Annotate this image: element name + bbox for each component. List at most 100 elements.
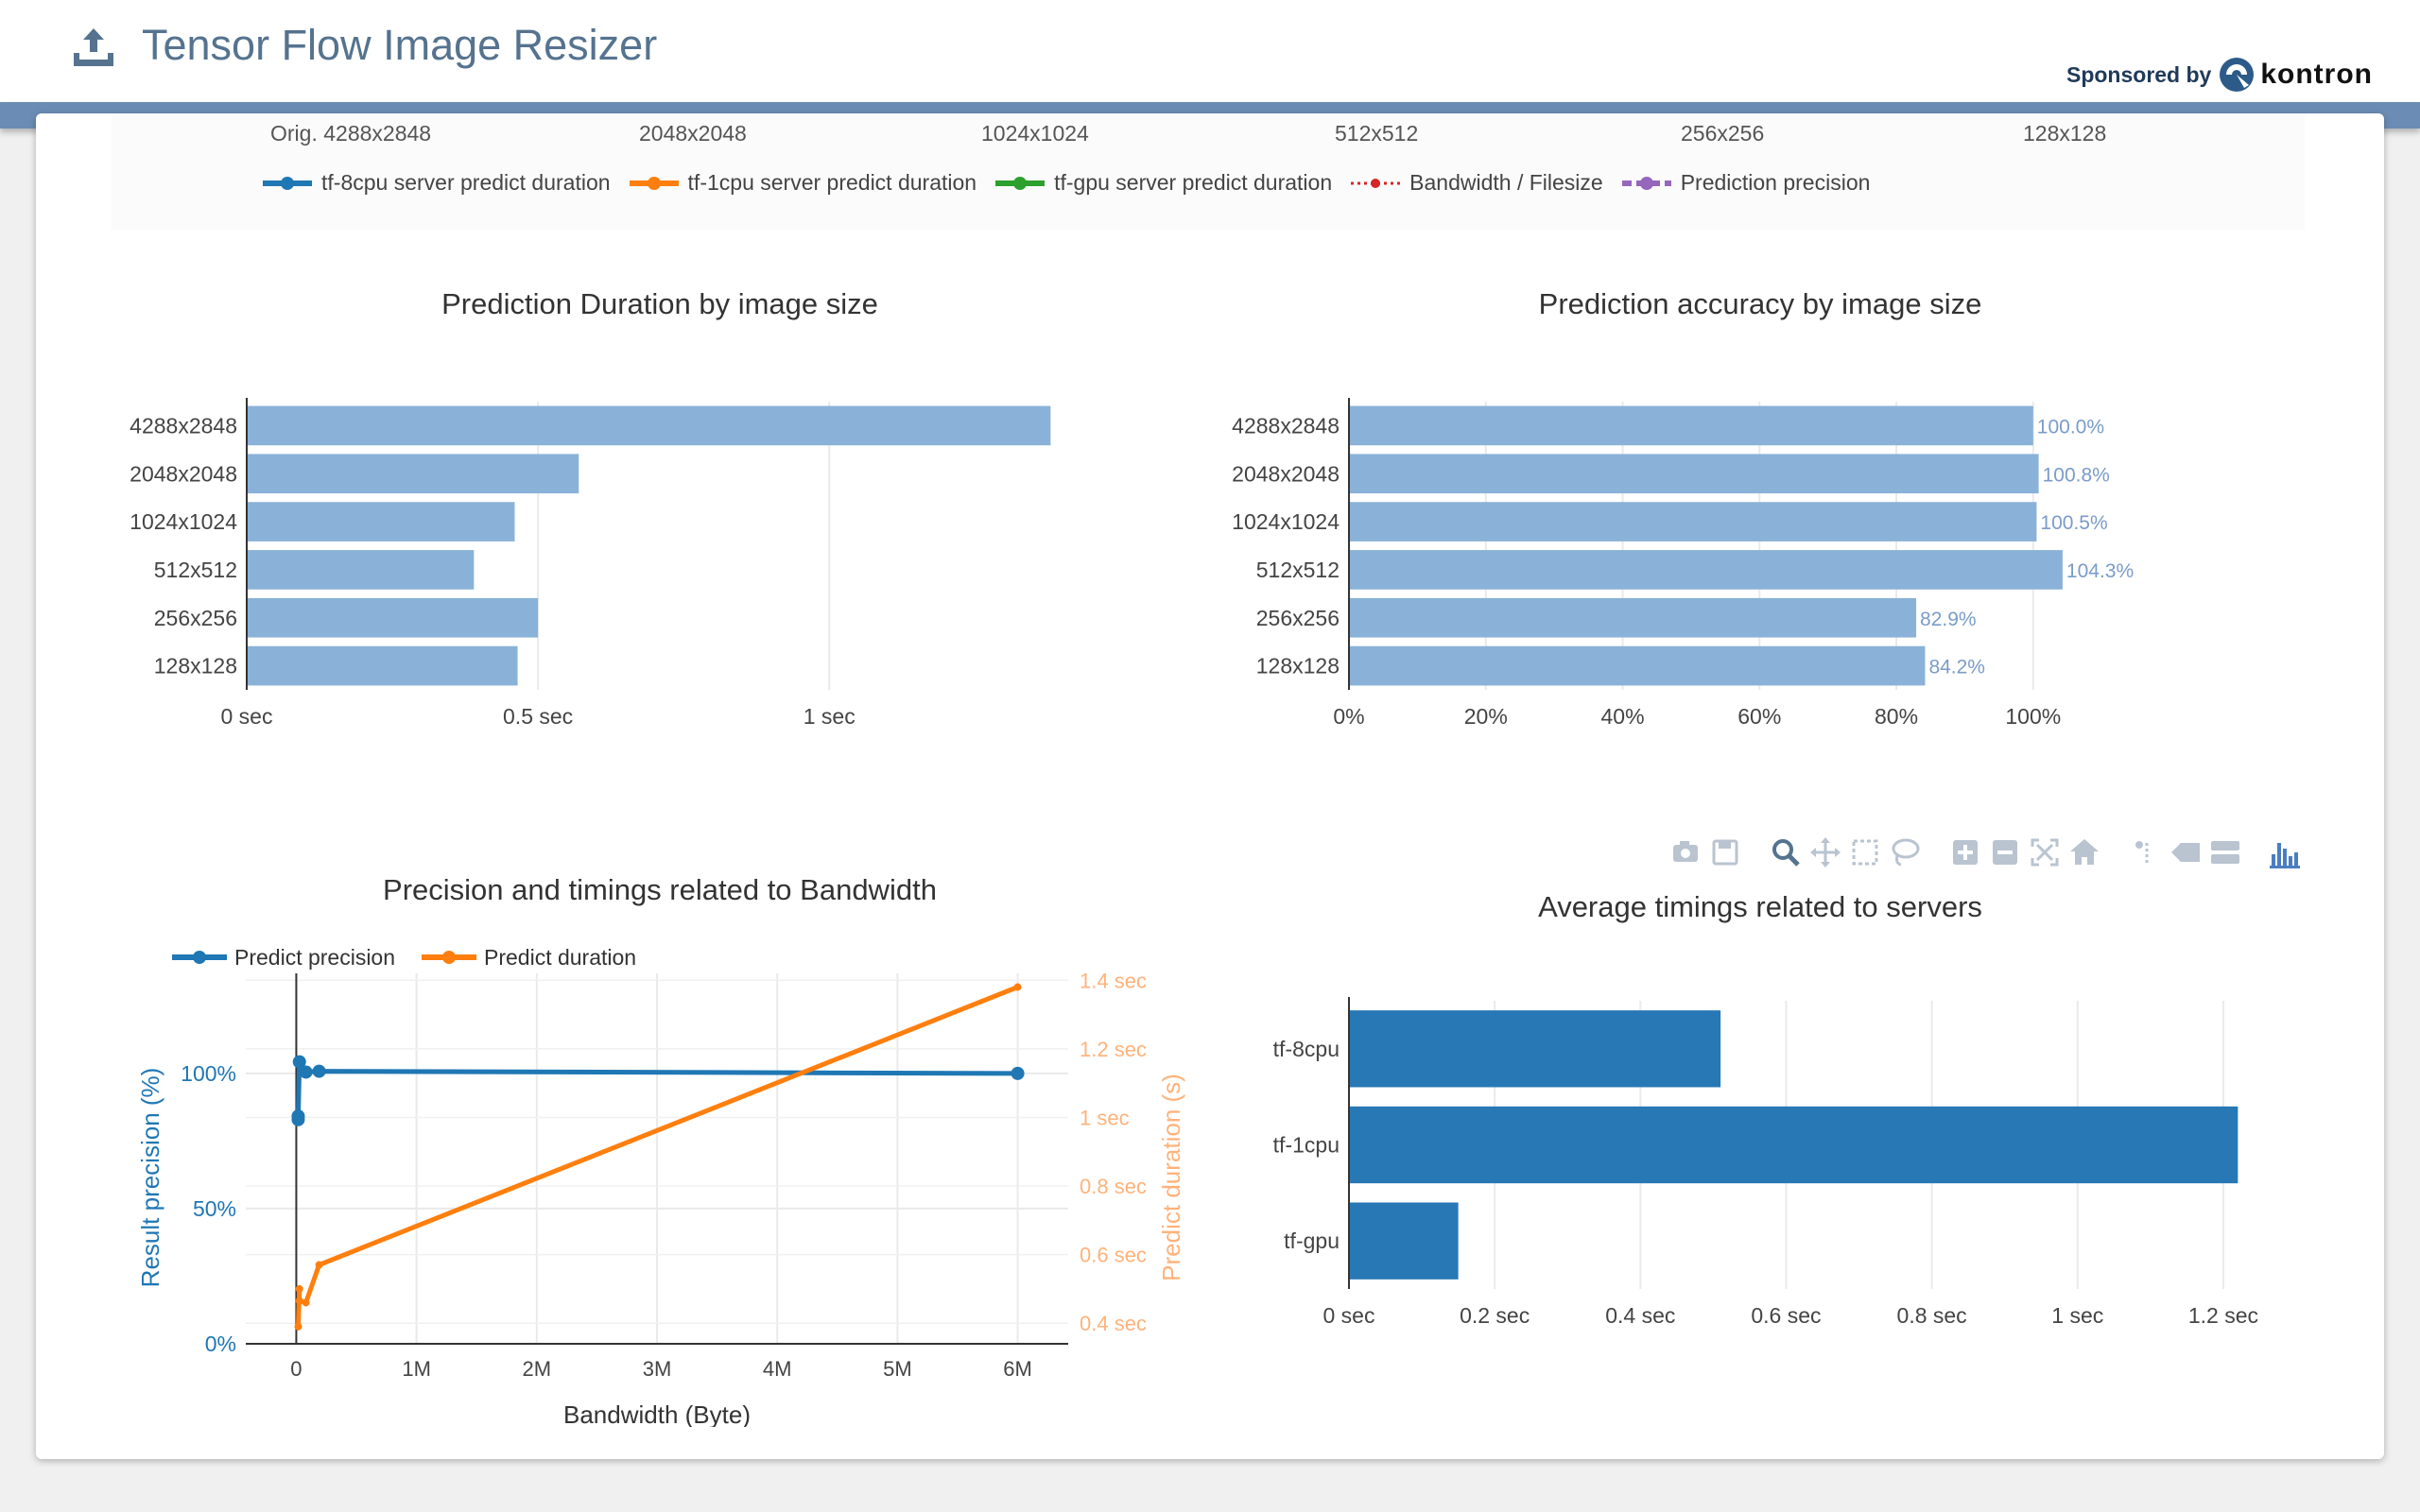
x-tick-label: 5M (883, 1357, 912, 1381)
x-tick-label: 1.2 sec (2188, 1303, 2258, 1328)
legend-marker (1639, 176, 1653, 190)
pan-icon[interactable] (1808, 836, 1842, 868)
x-tick-label: 20% (1464, 704, 1508, 729)
legend-item[interactable]: tf-1cpu server predict duration (628, 170, 977, 196)
box-select-icon[interactable] (1848, 836, 1882, 868)
y-tick-label: 256x256 (1256, 606, 1340, 630)
legend-swatch (1351, 178, 1401, 188)
plotly-logo-icon-glyph (2270, 843, 2300, 868)
overview-panel: Orig. 4288x2848 2048x2048 1024x1024 512x512… (112, 113, 2305, 231)
zoom-out-icon-glyph (1993, 840, 2017, 865)
data-point (291, 1109, 305, 1124)
autoscale-icon[interactable] (2028, 836, 2062, 868)
chart-title: Prediction Duration by image size (441, 287, 878, 320)
data-point (295, 1284, 303, 1293)
save-icon[interactable] (1708, 836, 1742, 868)
spike-lines-icon-glyph (2135, 841, 2149, 864)
chart-title: Average timings related to servers (1538, 890, 1982, 923)
y-tick-label: 128x128 (1256, 654, 1340, 679)
data-label: 82.9% (1920, 609, 1977, 630)
reset-axes-icon[interactable] (2067, 836, 2101, 868)
spike-lines-icon[interactable] (2128, 836, 2162, 868)
y-tick-label: 1024x1024 (1232, 509, 1340, 534)
bar (1349, 1010, 1721, 1088)
bar (1349, 454, 2039, 494)
reset-axes-icon-glyph (2070, 839, 2099, 865)
legend-item[interactable]: tf-8cpu server predict duration (261, 170, 611, 196)
legend-marker (442, 951, 456, 964)
x-tick-label: 1 sec (2051, 1303, 2103, 1328)
data-point (302, 1298, 310, 1307)
x-tick-label: 0 (290, 1357, 302, 1381)
legend-item[interactable]: Prediction precision (1620, 170, 1871, 196)
y-tick-label: 100% (181, 1061, 236, 1086)
series-line (296, 1059, 1018, 1120)
legend-swatch (1621, 176, 1671, 190)
y2-tick-label: 1.2 sec (1080, 1038, 1147, 1061)
data-label: 100.8% (2043, 464, 2110, 486)
upload-icon[interactable] (72, 26, 115, 68)
legend-item[interactable]: Predict precision (172, 945, 395, 970)
x-tick-label: 1M (402, 1357, 431, 1381)
data-label: 104.3% (2066, 560, 2134, 582)
legend-label: Prediction precision (1680, 170, 1871, 195)
app-title: Tensor Flow Image Resizer (142, 21, 658, 69)
legend-item[interactable]: Predict duration (422, 945, 636, 970)
legend-marker (281, 176, 294, 190)
y-tick-label: 0% (205, 1332, 236, 1356)
data-point (1011, 1066, 1025, 1080)
bar (1349, 550, 2063, 590)
legend-item[interactable]: Bandwidth / Filesize (1349, 170, 1603, 196)
x-tick-label: 6M (1003, 1357, 1032, 1381)
y-tick-label: 128x128 (154, 654, 237, 679)
x-tick-label: 0.2 sec (1460, 1303, 1530, 1328)
y2-axis-title: Predict duration (s) (1157, 1074, 1185, 1281)
data-point (315, 1261, 323, 1269)
y-tick-label: 4288x2848 (1232, 413, 1340, 438)
image-size-label: 256x256 (1681, 121, 1765, 146)
accuracy-chart[interactable]: 0% 20% 40% 60% 80% 100% 4288x2848 100.0% 2048x20… (1214, 234, 2307, 828)
sponsor: Sponsored by kontron (2066, 57, 2373, 93)
bar (247, 454, 579, 494)
hover-closest-icon[interactable] (2168, 836, 2202, 868)
x-tick-label: 0.4 sec (1605, 1303, 1675, 1328)
box-select-icon-glyph (1852, 839, 1878, 866)
y-tick-label: 50% (193, 1196, 236, 1221)
zoom-out-icon[interactable] (1988, 836, 2022, 868)
data-label: 100.5% (2040, 512, 2107, 534)
bandwidth-chart[interactable]: 0 1M 2M 3M 4M 5M 6M 0% 50% 100% 0.4 sec 0.6 sec 0.8 … (112, 833, 1208, 1429)
y-tick-label: tf-1cpu (1273, 1133, 1340, 1158)
x-tick-label: 0 sec (1323, 1303, 1375, 1328)
zoom-icon[interactable] (1769, 836, 1803, 868)
x-tick-label: 0.5 sec (503, 704, 573, 729)
bar (1349, 405, 2033, 446)
x-tick-label: 40% (1601, 704, 1645, 729)
data-point (295, 1297, 303, 1305)
accuracy-chart-panel: Prediction accuracy by image size 0% 20% 4… (1214, 234, 2307, 828)
legend-label: Predict precision (234, 945, 395, 970)
bar (247, 645, 518, 686)
legend-marker (647, 176, 661, 190)
sponsor-name: kontron (2260, 59, 2373, 90)
hover-closest-icon-glyph (2171, 843, 2200, 862)
duration-chart[interactable]: 0 sec 0.5 sec 1 sec 4288x2848 2048x2048 1024x… (112, 234, 1208, 828)
y2-tick-label: 1.4 sec (1080, 969, 1147, 992)
hover-compare-icon[interactable] (2207, 836, 2241, 868)
data-point (299, 1065, 313, 1079)
y-tick-label: 4288x2848 (130, 413, 237, 438)
bar (247, 550, 475, 590)
legend-marker (193, 951, 206, 964)
plotly-logo-icon[interactable] (2268, 836, 2302, 868)
x-tick-label: 100% (2005, 704, 2061, 729)
x-tick-label: 3M (643, 1357, 672, 1381)
legend-item[interactable]: tf-gpu server predict duration (994, 170, 1332, 196)
camera-icon[interactable] (1668, 836, 1703, 868)
zoom-icon-glyph (1772, 839, 1800, 867)
y-tick-label: 2048x2048 (1232, 461, 1340, 486)
x-tick-label: 0 sec (221, 704, 273, 729)
bar (247, 597, 539, 638)
zoom-in-icon[interactable] (1948, 836, 1982, 868)
legend-marker (1013, 176, 1028, 190)
image-size-label: 128x128 (2023, 121, 2107, 146)
lasso-select-icon[interactable] (1888, 836, 1922, 868)
